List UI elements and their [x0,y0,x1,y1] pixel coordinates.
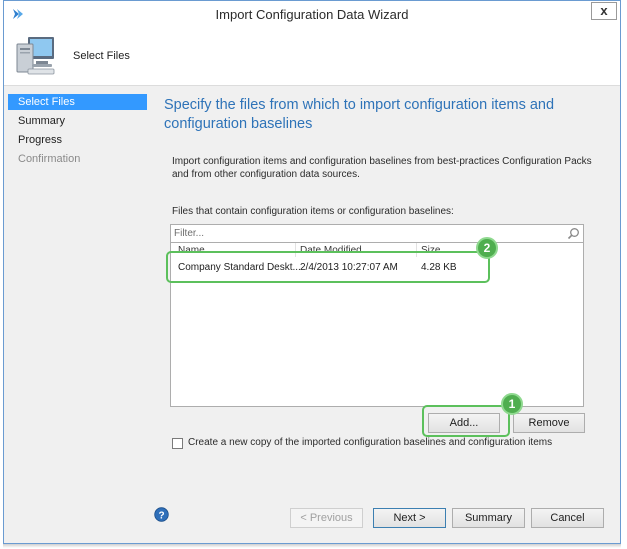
cancel-button[interactable]: Cancel [531,508,604,528]
description-text: Import configuration items and configura… [172,156,592,180]
copy-checkbox[interactable] [172,438,183,449]
computer-icon [16,37,55,75]
files-list-label: Files that contain configuration items o… [172,206,454,217]
window-title: Import Configuration Data Wizard [215,7,409,22]
nav-item-progress[interactable]: Progress [8,132,147,148]
section-heading: Specify the files from which to import c… [164,97,555,132]
callout-highlight-add [422,405,510,437]
main-panel: Specify the files from which to import c… [148,86,620,543]
nav-item-confirmation: Confirmation [18,153,81,165]
window-shadow [3,544,621,548]
close-button[interactable]: x [591,2,617,20]
svg-text:?: ? [158,510,164,521]
copy-checkbox-label[interactable]: Create a new copy of the imported config… [188,437,552,448]
title-bar: Import Configuration Data Wizard x [4,1,620,29]
wizard-step-nav: Select Files Summary Progress Confirmati… [4,86,147,543]
next-button[interactable]: Next > [373,508,446,528]
filter-input[interactable] [174,226,554,241]
callout-highlight-row [166,251,490,283]
nav-item-select-files[interactable]: Select Files [8,94,147,110]
previous-button[interactable]: < Previous [290,508,363,528]
nav-item-summary[interactable]: Summary [8,113,147,129]
page-title: Select Files [73,50,130,62]
search-icon[interactable] [567,227,580,240]
wizard-window: Import Configuration Data Wizard x Selec… [3,0,621,544]
callout-badge-1: 1 [501,393,523,415]
summary-button[interactable]: Summary [452,508,525,528]
callout-badge-2: 2 [476,237,498,259]
filter-box [170,224,584,243]
remove-button[interactable]: Remove [513,413,585,433]
help-icon[interactable]: ? [154,507,169,522]
wizard-header: Select Files [4,28,620,86]
